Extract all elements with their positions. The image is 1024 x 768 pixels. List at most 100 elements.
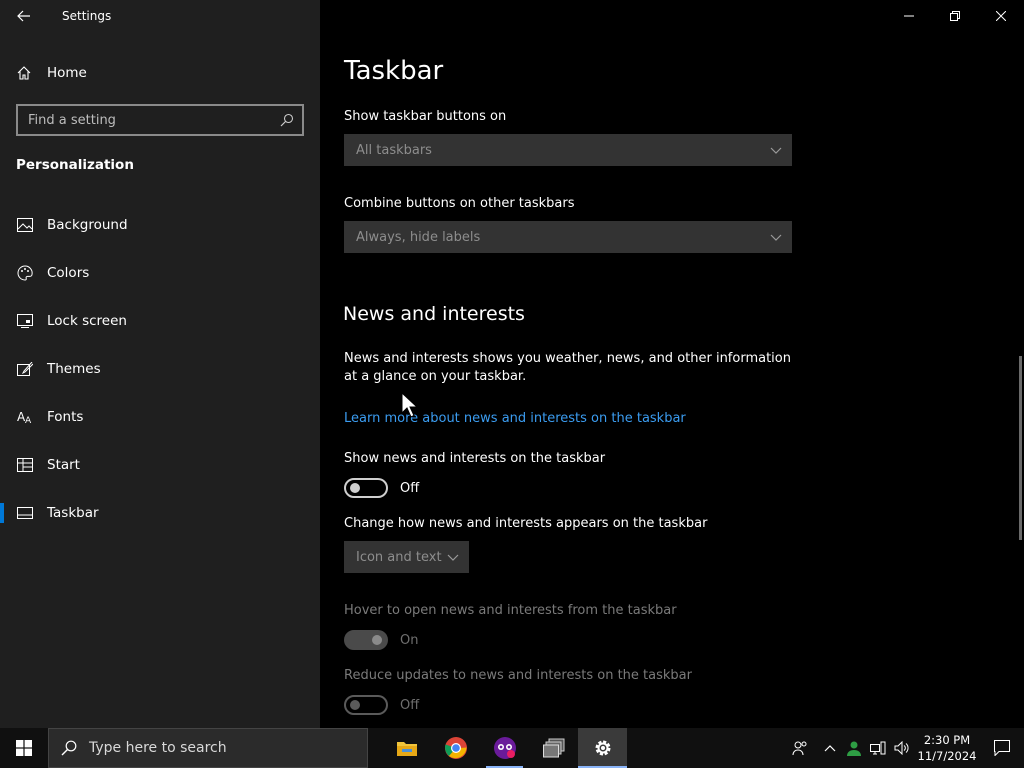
clock-time: 2:30 PM [923, 733, 971, 747]
user-status-icon [847, 741, 861, 756]
sidebar-item-colors[interactable]: Colors [0, 249, 320, 297]
sidebar-item-label: Lock screen [47, 313, 127, 329]
sidebar-item-taskbar[interactable]: Taskbar [0, 489, 320, 537]
sidebar-item-background[interactable]: Background [0, 201, 320, 249]
change-appearance-label: Change how news and interests appears on… [344, 516, 708, 531]
task-manager-button[interactable] [529, 728, 578, 768]
restore-button[interactable] [932, 0, 978, 32]
volume-button[interactable] [890, 728, 914, 768]
clock[interactable]: 2:30 PM 11/7/2024 [914, 732, 980, 764]
close-button[interactable] [978, 0, 1024, 32]
reduce-updates-toggle[interactable] [344, 695, 388, 715]
chevron-up-icon [824, 745, 836, 752]
show-news-label: Show news and interests on the taskbar [344, 451, 606, 466]
fonts-icon: AA [16, 410, 34, 424]
home-label: Home [47, 65, 87, 81]
people-icon [792, 741, 807, 756]
windows-logo-icon [16, 740, 32, 756]
image-icon [16, 218, 34, 232]
scrollbar-thumb[interactable] [1019, 356, 1022, 540]
combine-buttons-dropdown[interactable]: Always, hide labels [344, 221, 792, 253]
home-icon [16, 65, 34, 81]
vpn-app-button[interactable] [480, 728, 529, 768]
window-title: Settings [62, 9, 112, 23]
sidebar-item-lock-screen[interactable]: Lock screen [0, 297, 320, 345]
volume-icon [894, 741, 909, 755]
toggle-knob [350, 483, 360, 493]
learn-more-link[interactable]: Learn more about news and interests on t… [344, 411, 686, 426]
vpn-app-icon [493, 737, 516, 759]
settings-taskbar-button[interactable] [578, 728, 627, 768]
page-title: Taskbar [344, 56, 444, 86]
task-manager-icon [542, 738, 564, 758]
show-news-toggle-row: Off [344, 478, 419, 498]
svg-text:A: A [25, 416, 32, 424]
hover-open-toggle[interactable] [344, 630, 388, 650]
palette-icon [16, 265, 34, 281]
dropdown-value: All taskbars [356, 142, 432, 158]
sidebar-item-label: Themes [47, 361, 101, 377]
show-taskbar-buttons-label: Show taskbar buttons on [344, 109, 507, 124]
home-nav-item[interactable]: Home [0, 56, 320, 90]
combine-buttons-label: Combine buttons on other taskbars [344, 196, 575, 211]
main-content: Taskbar Show taskbar buttons on All task… [320, 0, 1024, 728]
find-setting-search[interactable] [16, 104, 304, 136]
chevron-down-icon [770, 147, 782, 154]
news-interests-description: News and interests shows you weather, ne… [344, 351, 791, 384]
taskbar: Type here to search 2:30 PM 11/7/2024 [0, 728, 1024, 768]
show-taskbar-buttons-dropdown[interactable]: All taskbars [344, 134, 792, 166]
search-icon [49, 740, 89, 756]
sidebar: Settings Home Personalization Background… [0, 0, 320, 728]
network-button[interactable] [866, 728, 890, 768]
minimize-icon [904, 15, 914, 17]
mouse-pointer-icon [401, 392, 417, 418]
start-button[interactable] [0, 728, 48, 768]
file-explorer-icon [396, 742, 417, 756]
title-bar: Settings [0, 0, 320, 32]
minimize-button[interactable] [886, 0, 932, 32]
chevron-down-icon [447, 554, 459, 561]
people-button[interactable] [782, 728, 818, 768]
sidebar-item-label: Colors [47, 265, 90, 281]
toggle-knob [372, 635, 382, 645]
close-icon [996, 11, 1006, 21]
start-icon [16, 458, 34, 472]
sidebar-item-fonts[interactable]: AA Fonts [0, 393, 320, 441]
sidebar-item-start[interactable]: Start [0, 441, 320, 489]
action-center-button[interactable] [980, 728, 1024, 768]
show-hidden-icons-button[interactable] [818, 728, 842, 768]
notification-icon [994, 740, 1010, 756]
clock-date: 11/7/2024 [917, 749, 977, 763]
dropdown-value: Icon and text [356, 549, 442, 565]
reduce-updates-label: Reduce updates to news and interests on … [344, 668, 692, 683]
section-heading: Personalization [16, 157, 134, 173]
show-news-toggle[interactable] [344, 478, 388, 498]
file-explorer-button[interactable] [382, 728, 431, 768]
hover-open-label: Hover to open news and interests from th… [344, 603, 677, 618]
chrome-icon [444, 737, 467, 759]
sidebar-item-label: Taskbar [47, 505, 99, 521]
sidebar-item-themes[interactable]: Themes [0, 345, 320, 393]
back-button[interactable] [0, 0, 48, 32]
toggle-knob [350, 700, 360, 710]
taskbar-search-box[interactable]: Type here to search [48, 728, 368, 768]
system-tray: 2:30 PM 11/7/2024 [782, 728, 1024, 768]
sidebar-nav: Background Colors Lock screen Themes AA … [0, 201, 320, 537]
chrome-button[interactable] [431, 728, 480, 768]
toggle-state: On [400, 632, 419, 648]
chevron-down-icon [770, 234, 782, 241]
user-tray-button[interactable] [842, 728, 866, 768]
dropdown-value: Always, hide labels [356, 229, 481, 245]
hover-open-toggle-row: On [344, 630, 418, 650]
search-icon[interactable] [272, 113, 302, 127]
taskbar-icon [16, 507, 34, 519]
toggle-state: Off [400, 480, 420, 496]
sidebar-item-label: Start [47, 457, 80, 473]
sidebar-item-label: Background [47, 217, 128, 233]
change-appearance-dropdown[interactable]: Icon and text [344, 541, 469, 573]
settings-icon [595, 740, 610, 756]
taskbar-search-placeholder: Type here to search [89, 740, 227, 756]
lock-screen-icon [16, 314, 34, 328]
find-setting-input[interactable] [18, 112, 272, 128]
network-icon [870, 741, 886, 755]
